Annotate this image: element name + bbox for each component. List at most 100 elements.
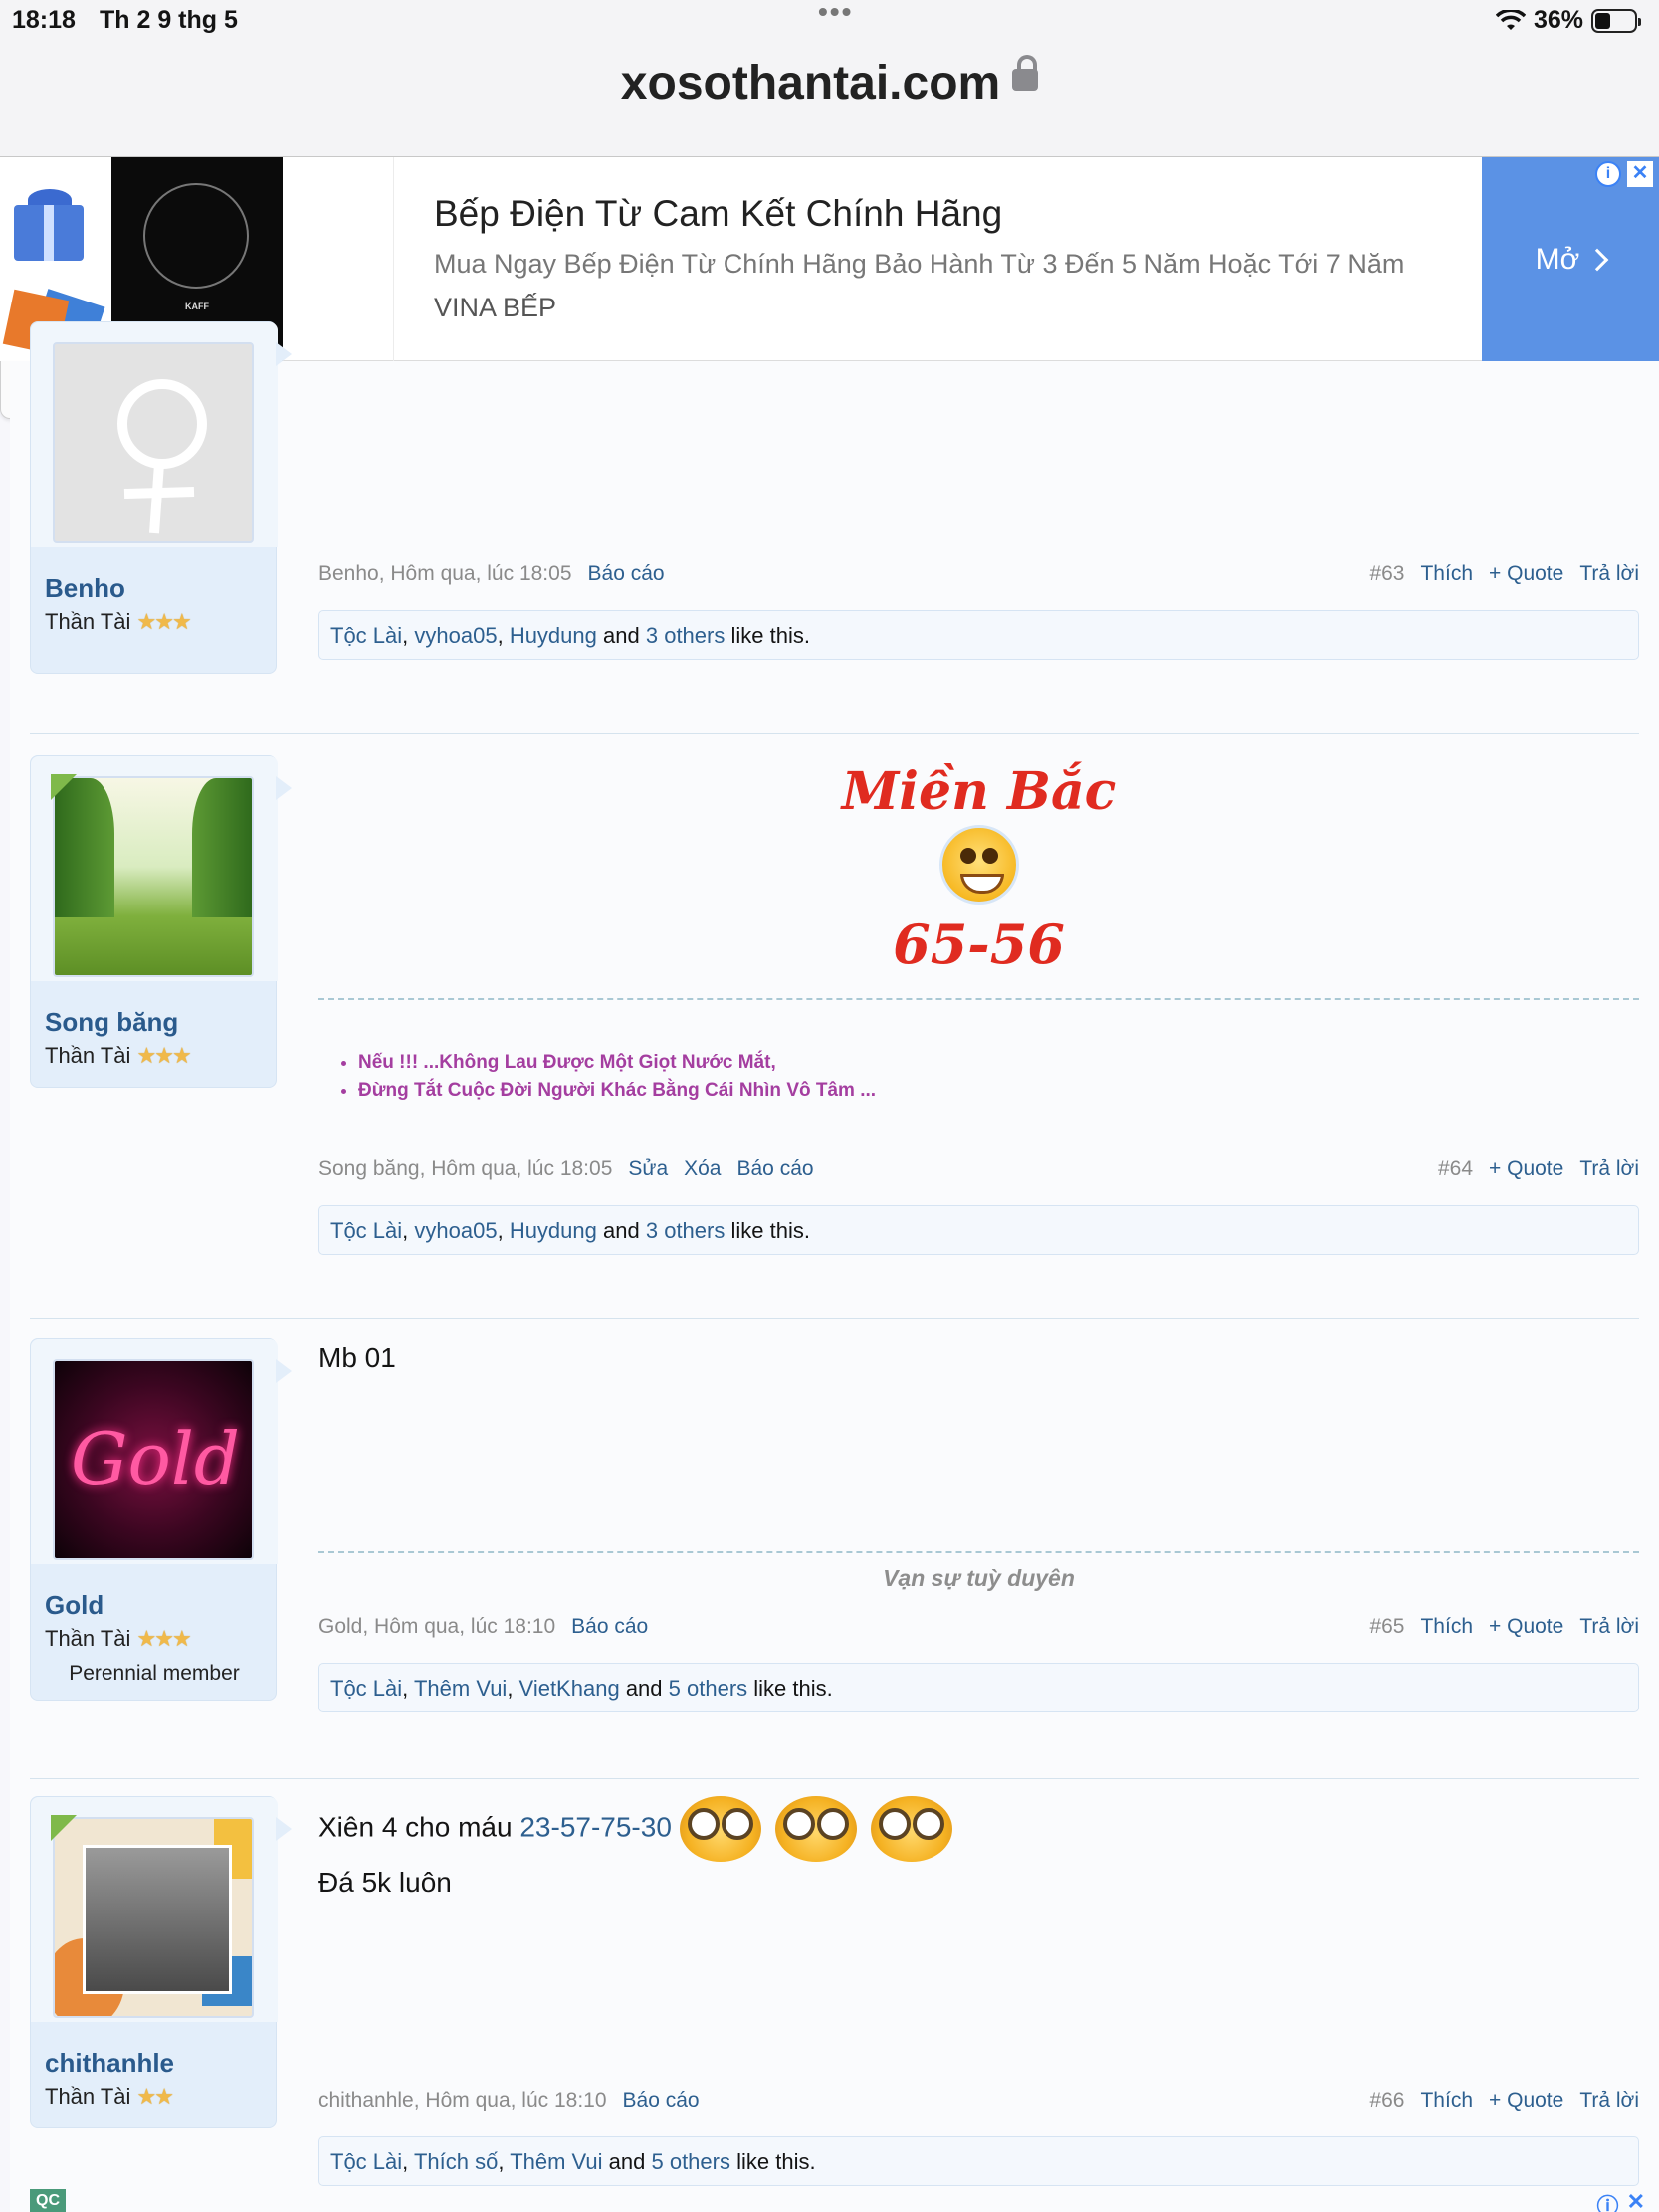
post-content: Xiên 4 cho máu 23-57-75-30 Đá 5k luôn	[318, 1796, 1639, 1935]
edit-link[interactable]: Sửa	[628, 1157, 668, 1180]
liker-link[interactable]: Thích số	[414, 2149, 498, 2174]
reply-link[interactable]: Trả lời	[1579, 2089, 1639, 2111]
info-icon[interactable]: ⓘ	[1597, 2189, 1619, 2212]
likes-summary: Tộc Lài, Thêm Vui, VietKhang and 5 other…	[318, 1663, 1639, 1712]
report-link[interactable]: Báo cáo	[737, 1157, 814, 1180]
post-number[interactable]: #65	[1369, 1615, 1404, 1638]
post-number[interactable]: #64	[1438, 1157, 1473, 1180]
liker-link[interactable]: Huydung	[510, 623, 597, 648]
avatar[interactable]: Gold	[53, 1359, 254, 1560]
post-body: Mb 01	[318, 1342, 396, 1373]
user-tag: Perennial member	[69, 1662, 240, 1685]
report-link[interactable]: Báo cáo	[623, 2089, 700, 2111]
signature-text: Vạn sự tuỳ duyên	[883, 1565, 1075, 1591]
user-info: chithanhle Thần Tài ★★	[30, 1796, 292, 2128]
report-link[interactable]: Báo cáo	[571, 1615, 648, 1638]
wifi-icon	[1495, 9, 1526, 32]
user-title: Thần Tài ★★★	[45, 609, 192, 634]
like-link[interactable]: Thích	[1420, 562, 1473, 585]
delete-link[interactable]: Xóa	[684, 1157, 721, 1180]
liker-link[interactable]: Huydung	[510, 1218, 597, 1243]
post-body: Xiên 4 cho máu 23-57-75-30 Đá 5k luôn	[318, 1796, 952, 1904]
username[interactable]: Gold	[45, 1590, 104, 1621]
cooktop-brand: KAFF	[185, 302, 209, 311]
liker-link[interactable]: Thêm Vui	[414, 1676, 507, 1701]
liker-link[interactable]: Tộc Lài	[330, 623, 402, 648]
liker-link[interactable]: vyhoa05	[414, 1218, 497, 1243]
status-date: Th 2 9 thg 5	[100, 6, 238, 34]
info-icon[interactable]: i	[1595, 161, 1621, 187]
liker-link[interactable]: vyhoa05	[414, 623, 497, 648]
others-link[interactable]: 5 others	[651, 2149, 730, 2174]
liker-link[interactable]: VietKhang	[519, 1676, 620, 1701]
multitask-dots-icon[interactable]: •••	[818, 0, 853, 28]
quote-link[interactable]: + Quote	[1489, 2089, 1563, 2111]
peeking-emoji-icon	[679, 1796, 761, 1862]
address-bar[interactable]: xosothantai.com	[0, 55, 1659, 110]
close-icon[interactable]: ✕	[1627, 161, 1653, 187]
ad-open-label: Mở	[1535, 243, 1580, 276]
signature-quote: Nếu !!! ...Không Lau Được Một Giọt Nước …	[358, 1052, 876, 1107]
battery-icon	[1591, 8, 1641, 33]
footer-ad-controls: ⓘ ✕	[1597, 2189, 1645, 2212]
close-icon[interactable]: ✕	[1627, 2189, 1645, 2212]
url-text: xosothantai.com	[620, 57, 1001, 109]
post-content: Miền Bắc 65-56 Nếu !!! ...Không Lau Được…	[318, 755, 1639, 1113]
battery-percent: 36%	[1533, 6, 1583, 34]
user-title: Thần Tài ★★	[45, 2084, 174, 2109]
reply-link[interactable]: Trả lời	[1579, 1157, 1639, 1180]
reply-link[interactable]: Trả lời	[1579, 1615, 1639, 1638]
liker-link[interactable]: Tộc Lài	[330, 1676, 402, 1701]
signature-numbers: 65-56	[893, 912, 1065, 976]
lock-icon	[1012, 55, 1039, 92]
post-number[interactable]: #66	[1369, 2089, 1404, 2111]
like-link[interactable]: Thích	[1420, 1615, 1473, 1638]
ad-controls: i ✕	[1595, 161, 1653, 187]
liker-link[interactable]: Thêm Vui	[510, 2149, 602, 2174]
others-link[interactable]: 3 others	[646, 1218, 726, 1243]
post-content: Mb 01 Vạn sự tuỳ duyên	[318, 1338, 1639, 1591]
quote-link[interactable]: + Quote	[1489, 1615, 1563, 1638]
others-link[interactable]: 3 others	[646, 623, 726, 648]
forum-thread: Benho Thần Tài ★★★ Benho, Hôm qua, lúc 1…	[10, 321, 1659, 2212]
user-info: Benho Thần Tài ★★★	[30, 321, 292, 674]
quote-link[interactable]: + Quote	[1489, 1157, 1563, 1180]
avatar[interactable]	[53, 776, 254, 977]
post-author-date: chithanhle, Hôm qua, lúc 18:10	[318, 2089, 607, 2111]
online-indicator	[51, 1815, 77, 1841]
status-right: 36%	[1495, 6, 1641, 35]
gift-box-icon	[14, 205, 84, 261]
signature-divider	[318, 1551, 1639, 1553]
username[interactable]: Song băng	[45, 1007, 178, 1038]
star-rating: ★★	[136, 2084, 174, 2109]
status-bar: 18:18 Th 2 9 thg 5 ••• 36%	[12, 0, 1647, 36]
avatar[interactable]	[53, 342, 254, 543]
liker-link[interactable]: Tộc Lài	[330, 2149, 402, 2174]
post-number[interactable]: #63	[1369, 562, 1404, 585]
female-symbol-icon	[117, 379, 207, 534]
numbers-link[interactable]: 23-57-75-30	[519, 1811, 672, 1842]
username[interactable]: chithanhle	[45, 2048, 174, 2079]
others-link[interactable]: 5 others	[669, 1676, 748, 1701]
quote-link[interactable]: + Quote	[1489, 562, 1563, 585]
like-link[interactable]: Thích	[1420, 2089, 1473, 2111]
likes-summary: Tộc Lài, vyhoa05, Huydung and 3 others l…	[318, 1205, 1639, 1255]
report-link[interactable]: Báo cáo	[588, 562, 665, 585]
reply-link[interactable]: Trả lời	[1579, 562, 1639, 585]
avatar-text: Gold	[71, 1417, 240, 1501]
ad-text-block[interactable]: Bếp Điện Từ Cam Kết Chính Hãng Mua Ngay …	[393, 157, 1478, 362]
post-separator	[30, 733, 1639, 734]
user-title: Thần Tài ★★★	[45, 1626, 192, 1651]
likes-summary: Tộc Lài, vyhoa05, Huydung and 3 others l…	[318, 610, 1639, 660]
ad-description: Mua Ngay Bếp Điện Từ Chính Hãng Bảo Hành…	[434, 249, 1405, 279]
user-info: Song băng Thần Tài ★★★	[30, 755, 292, 1088]
liker-link[interactable]: Tộc Lài	[330, 1218, 402, 1243]
post-author-date: Song băng, Hôm qua, lúc 18:05	[318, 1157, 613, 1180]
ad-open-button[interactable]: Mở	[1482, 157, 1659, 362]
username[interactable]: Benho	[45, 573, 125, 604]
avatar[interactable]	[53, 1817, 254, 2018]
ad-label: QC	[30, 2189, 66, 2212]
signature-line: Đừng Tắt Cuộc Đời Người Khác Bằng Cái Nh…	[358, 1080, 876, 1102]
cooktop-ring	[143, 183, 249, 289]
smiley-emoji-icon	[938, 825, 1019, 905]
